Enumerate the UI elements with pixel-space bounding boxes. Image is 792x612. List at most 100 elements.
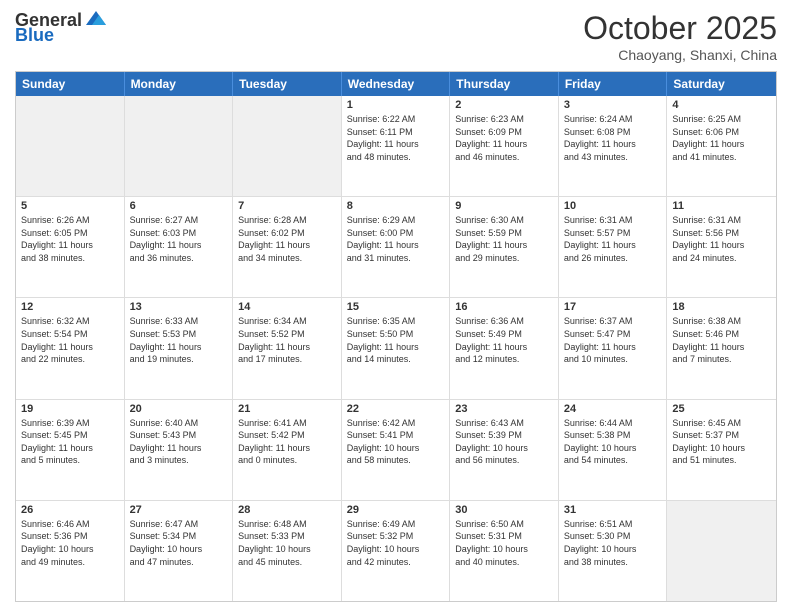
calendar-row: 12 Sunrise: 6:32 AM Sunset: 5:54 PM Dayli… <box>16 298 776 399</box>
day-number: 20 <box>130 403 228 415</box>
day-info: Sunrise: 6:45 AM Sunset: 5:37 PM Dayligh… <box>672 417 771 467</box>
day-info: Sunrise: 6:44 AM Sunset: 5:38 PM Dayligh… <box>564 417 662 467</box>
calendar-cell: 23 Sunrise: 6:43 AM Sunset: 5:39 PM Dayli… <box>450 400 559 500</box>
calendar-body: 1Sunrise: 6:22 AM Sunset: 6:11 PM Daylig… <box>16 96 776 601</box>
day-info: Sunrise: 6:41 AM Sunset: 5:42 PM Dayligh… <box>238 417 336 467</box>
day-number: 12 <box>21 301 119 313</box>
day-info: Sunrise: 6:27 AM Sunset: 6:03 PM Dayligh… <box>130 214 228 264</box>
weekday-header: Sunday <box>16 72 125 96</box>
day-number: 16 <box>455 301 553 313</box>
calendar-cell: 11Sunrise: 6:31 AM Sunset: 5:56 PM Dayli… <box>667 197 776 297</box>
weekday-header: Tuesday <box>233 72 342 96</box>
calendar-cell: 8 Sunrise: 6:29 AM Sunset: 6:00 PM Daylig… <box>342 197 451 297</box>
calendar-cell: 3Sunrise: 6:24 AM Sunset: 6:08 PM Daylig… <box>559 96 668 196</box>
calendar-cell: 12 Sunrise: 6:32 AM Sunset: 5:54 PM Dayli… <box>16 298 125 398</box>
day-number: 24 <box>564 403 662 415</box>
day-number: 23 <box>455 403 553 415</box>
day-number: 14 <box>238 301 336 313</box>
day-info: Sunrise: 6:28 AM Sunset: 6:02 PM Dayligh… <box>238 214 336 264</box>
calendar-cell: 21 Sunrise: 6:41 AM Sunset: 5:42 PM Dayli… <box>233 400 342 500</box>
day-number: 9 <box>455 200 553 212</box>
day-number: 4 <box>672 99 771 111</box>
day-number: 22 <box>347 403 445 415</box>
month-title: October 2025 <box>583 10 777 47</box>
calendar-cell: 5 Sunrise: 6:26 AM Sunset: 6:05 PM Daylig… <box>16 197 125 297</box>
calendar-cell: 29 Sunrise: 6:49 AM Sunset: 5:32 PM Dayli… <box>342 501 451 601</box>
calendar-cell: 26Sunrise: 6:46 AM Sunset: 5:36 PM Dayli… <box>16 501 125 601</box>
day-number: 18 <box>672 301 771 313</box>
day-number: 15 <box>347 301 445 313</box>
day-number: 6 <box>130 200 228 212</box>
calendar-cell: 25 Sunrise: 6:45 AM Sunset: 5:37 PM Dayli… <box>667 400 776 500</box>
day-info: Sunrise: 6:42 AM Sunset: 5:41 PM Dayligh… <box>347 417 445 467</box>
day-info: Sunrise: 6:40 AM Sunset: 5:43 PM Dayligh… <box>130 417 228 467</box>
calendar-cell: 17 Sunrise: 6:37 AM Sunset: 5:47 PM Dayli… <box>559 298 668 398</box>
calendar-cell: 24 Sunrise: 6:44 AM Sunset: 5:38 PM Dayli… <box>559 400 668 500</box>
day-number: 29 <box>347 504 445 516</box>
day-number: 30 <box>455 504 553 516</box>
day-number: 21 <box>238 403 336 415</box>
calendar-cell: 13Sunrise: 6:33 AM Sunset: 5:53 PM Dayli… <box>125 298 234 398</box>
calendar-cell: 1Sunrise: 6:22 AM Sunset: 6:11 PM Daylig… <box>342 96 451 196</box>
weekday-header: Thursday <box>450 72 559 96</box>
day-info: Sunrise: 6:22 AM Sunset: 6:11 PM Dayligh… <box>347 113 445 163</box>
weekday-header: Friday <box>559 72 668 96</box>
calendar-cell <box>16 96 125 196</box>
calendar-container: General Blue October 2025 Chaoyang, Shan… <box>0 0 792 612</box>
day-info: Sunrise: 6:29 AM Sunset: 6:00 PM Dayligh… <box>347 214 445 264</box>
day-info: Sunrise: 6:49 AM Sunset: 5:32 PM Dayligh… <box>347 518 445 568</box>
calendar-cell: 20 Sunrise: 6:40 AM Sunset: 5:43 PM Dayli… <box>125 400 234 500</box>
calendar-row: 26Sunrise: 6:46 AM Sunset: 5:36 PM Dayli… <box>16 501 776 601</box>
day-info: Sunrise: 6:33 AM Sunset: 5:53 PM Dayligh… <box>130 315 228 365</box>
calendar-cell: 2Sunrise: 6:23 AM Sunset: 6:09 PM Daylig… <box>450 96 559 196</box>
day-info: Sunrise: 6:46 AM Sunset: 5:36 PM Dayligh… <box>21 518 119 568</box>
calendar-cell: 28Sunrise: 6:48 AM Sunset: 5:33 PM Dayli… <box>233 501 342 601</box>
day-info: Sunrise: 6:39 AM Sunset: 5:45 PM Dayligh… <box>21 417 119 467</box>
day-info: Sunrise: 6:30 AM Sunset: 5:59 PM Dayligh… <box>455 214 553 264</box>
day-info: Sunrise: 6:50 AM Sunset: 5:31 PM Dayligh… <box>455 518 553 568</box>
day-number: 11 <box>672 200 771 212</box>
day-info: Sunrise: 6:35 AM Sunset: 5:50 PM Dayligh… <box>347 315 445 365</box>
title-section: October 2025 Chaoyang, Shanxi, China <box>583 10 777 63</box>
calendar-cell: 14 Sunrise: 6:34 AM Sunset: 5:52 PM Dayli… <box>233 298 342 398</box>
calendar-cell: 18Sunrise: 6:38 AM Sunset: 5:46 PM Dayli… <box>667 298 776 398</box>
header: General Blue October 2025 Chaoyang, Shan… <box>15 10 777 63</box>
day-number: 7 <box>238 200 336 212</box>
day-number: 5 <box>21 200 119 212</box>
weekday-header: Monday <box>125 72 234 96</box>
day-number: 31 <box>564 504 662 516</box>
logo-blue-text: Blue <box>15 25 54 46</box>
day-number: 8 <box>347 200 445 212</box>
logo: General Blue <box>15 10 108 46</box>
calendar-row: 5 Sunrise: 6:26 AM Sunset: 6:05 PM Daylig… <box>16 197 776 298</box>
weekday-header: Wednesday <box>342 72 451 96</box>
calendar-cell <box>125 96 234 196</box>
weekday-header: Saturday <box>667 72 776 96</box>
calendar-header: SundayMondayTuesdayWednesdayThursdayFrid… <box>16 72 776 96</box>
day-info: Sunrise: 6:48 AM Sunset: 5:33 PM Dayligh… <box>238 518 336 568</box>
logo-icon <box>84 7 108 31</box>
day-info: Sunrise: 6:47 AM Sunset: 5:34 PM Dayligh… <box>130 518 228 568</box>
day-number: 19 <box>21 403 119 415</box>
calendar-cell: 7 Sunrise: 6:28 AM Sunset: 6:02 PM Daylig… <box>233 197 342 297</box>
calendar-cell: 6 Sunrise: 6:27 AM Sunset: 6:03 PM Daylig… <box>125 197 234 297</box>
day-info: Sunrise: 6:32 AM Sunset: 5:54 PM Dayligh… <box>21 315 119 365</box>
day-info: Sunrise: 6:43 AM Sunset: 5:39 PM Dayligh… <box>455 417 553 467</box>
calendar-cell: 4Sunrise: 6:25 AM Sunset: 6:06 PM Daylig… <box>667 96 776 196</box>
day-info: Sunrise: 6:31 AM Sunset: 5:57 PM Dayligh… <box>564 214 662 264</box>
day-info: Sunrise: 6:37 AM Sunset: 5:47 PM Dayligh… <box>564 315 662 365</box>
calendar-cell: 22 Sunrise: 6:42 AM Sunset: 5:41 PM Dayli… <box>342 400 451 500</box>
day-info: Sunrise: 6:26 AM Sunset: 6:05 PM Dayligh… <box>21 214 119 264</box>
calendar-cell: 9 Sunrise: 6:30 AM Sunset: 5:59 PM Daylig… <box>450 197 559 297</box>
calendar-cell: 10 Sunrise: 6:31 AM Sunset: 5:57 PM Dayli… <box>559 197 668 297</box>
day-info: Sunrise: 6:51 AM Sunset: 5:30 PM Dayligh… <box>564 518 662 568</box>
calendar-cell: 31 Sunrise: 6:51 AM Sunset: 5:30 PM Dayli… <box>559 501 668 601</box>
day-info: Sunrise: 6:34 AM Sunset: 5:52 PM Dayligh… <box>238 315 336 365</box>
day-info: Sunrise: 6:23 AM Sunset: 6:09 PM Dayligh… <box>455 113 553 163</box>
day-number: 10 <box>564 200 662 212</box>
calendar-cell: 15 Sunrise: 6:35 AM Sunset: 5:50 PM Dayli… <box>342 298 451 398</box>
location: Chaoyang, Shanxi, China <box>583 47 777 63</box>
day-number: 17 <box>564 301 662 313</box>
day-number: 25 <box>672 403 771 415</box>
calendar-cell: 16Sunrise: 6:36 AM Sunset: 5:49 PM Dayli… <box>450 298 559 398</box>
